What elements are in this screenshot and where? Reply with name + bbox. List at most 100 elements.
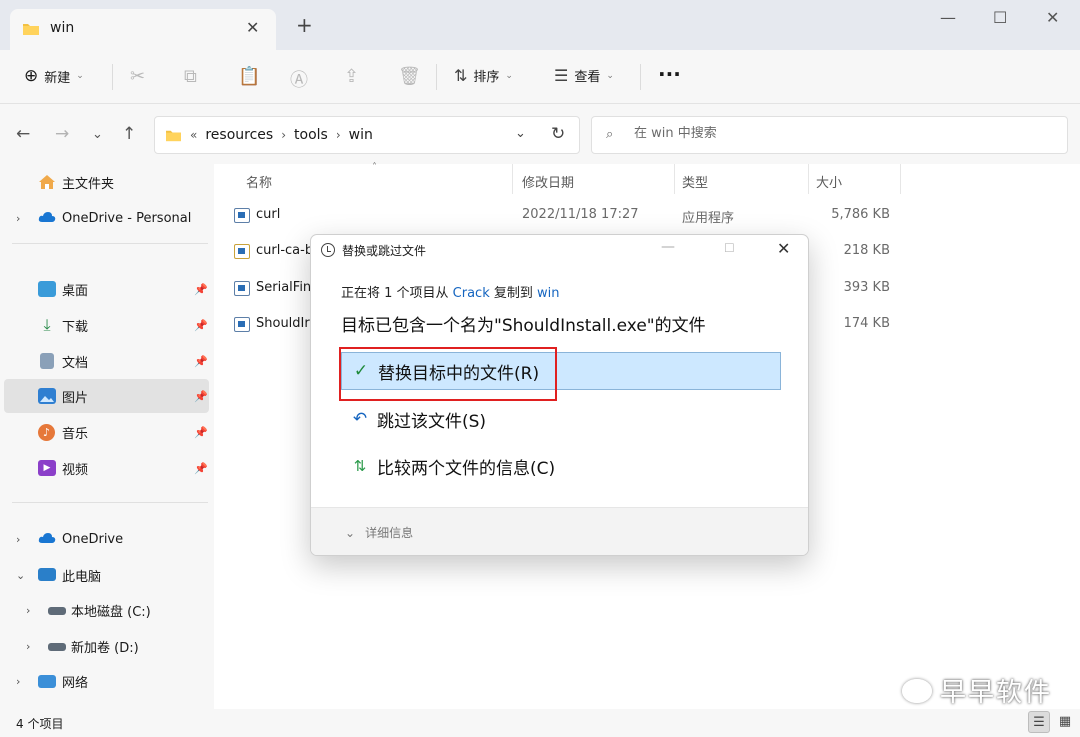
skip-file-option[interactable]: ↶ 跳过该文件(S)	[341, 400, 781, 438]
rename-icon: Ⓐ	[290, 70, 308, 91]
minimize-button[interactable]: —	[940, 8, 956, 27]
search-box[interactable]: ⌕	[591, 116, 1068, 154]
sidebar-item-drive-c[interactable]: › 本地磁盘 (C:)	[4, 593, 209, 627]
sidebar-item-pictures[interactable]: 图片 📌	[4, 379, 209, 413]
sidebar-item-desktop[interactable]: 桌面 📌	[4, 272, 209, 306]
chevron-right-icon[interactable]: ›	[26, 604, 30, 617]
source-folder-link[interactable]: Crack	[453, 286, 490, 301]
status-bar: 4 个项目 ☰ ▦	[0, 709, 1080, 737]
sidebar-item-this-pc[interactable]: ⌄ 此电脑	[4, 558, 209, 592]
chevron-right-icon[interactable]: ›	[16, 675, 20, 688]
sidebar-divider	[12, 243, 208, 244]
sidebar-item-videos[interactable]: ▶ 视频 📌	[4, 451, 209, 485]
sidebar-item-drive-d[interactable]: › 新加卷 (D:)	[4, 629, 209, 663]
document-icon	[40, 353, 54, 369]
clipboard-icon: 📋	[238, 66, 261, 87]
sidebar-item-music[interactable]: ♪ 音乐 📌	[4, 415, 209, 449]
chevron-down-icon[interactable]: ⌄	[16, 569, 25, 582]
sidebar-item-onedrive-personal[interactable]: › OneDrive - Personal	[4, 201, 209, 235]
replace-file-option[interactable]: ✓ 替换目标中的文件(R)	[341, 352, 781, 390]
compare-files-option[interactable]: ⇅ 比较两个文件的信息(C)	[341, 447, 781, 485]
column-header-name[interactable]: 名称	[246, 172, 272, 191]
column-divider[interactable]	[900, 164, 901, 194]
sidebar-item-downloads[interactable]: ⤓ 下载 📌	[4, 308, 209, 342]
sidebar-item-label: OneDrive	[62, 531, 124, 547]
tab-win[interactable]: win ✕	[10, 9, 276, 50]
pin-icon[interactable]: 📌	[194, 283, 208, 296]
rename-button[interactable]: Ⓐ	[290, 66, 308, 92]
forward-arrow-icon[interactable]: →	[55, 124, 69, 144]
new-button[interactable]: ⊕ 新建 ⌄	[24, 66, 84, 86]
tab-close-icon[interactable]: ✕	[246, 18, 259, 37]
column-divider[interactable]	[512, 164, 513, 194]
dialog-close-button[interactable]: ✕	[777, 239, 790, 258]
pin-icon[interactable]: 📌	[194, 355, 208, 368]
watermark: 早早软件	[902, 672, 1052, 709]
chevron-right-icon[interactable]: ›	[16, 212, 20, 225]
pin-icon[interactable]: 📌	[194, 462, 208, 475]
chevron-right-icon[interactable]: ›	[336, 128, 341, 142]
sidebar-item-label: 此电脑	[62, 569, 102, 585]
watermark-text: 早早软件	[940, 678, 1053, 708]
share-button[interactable]: ⇪	[344, 66, 359, 87]
item-count: 4 个项目	[16, 717, 64, 731]
paste-button[interactable]: 📋	[238, 66, 260, 87]
search-input[interactable]	[634, 126, 1034, 141]
address-dropdown-chevron-icon[interactable]: ⌄	[515, 126, 526, 141]
column-header-type[interactable]: 类型	[682, 172, 708, 191]
refresh-icon[interactable]: ↻	[551, 124, 565, 144]
chevron-down-icon: ⌄	[345, 525, 356, 540]
dialog-maximize-button[interactable]: ☐	[724, 241, 735, 255]
column-divider[interactable]	[674, 164, 675, 194]
destination-folder-link[interactable]: win	[537, 286, 559, 301]
view-lines-icon: ☰	[554, 66, 569, 85]
conflict-message: 目标已包含一个名为"ShouldInstall.exe"的文件	[341, 316, 706, 336]
column-header-date[interactable]: 修改日期	[522, 172, 574, 191]
computer-icon	[38, 568, 56, 581]
chevron-right-icon[interactable]: ›	[16, 533, 20, 546]
breadcrumb-overflow[interactable]: «	[190, 128, 197, 142]
view-button[interactable]: ☰ 查看 ⌄	[554, 66, 614, 85]
more-details-toggle[interactable]: ⌄ 详细信息	[345, 524, 413, 541]
cut-button[interactable]: ✂	[130, 66, 145, 87]
copy-status-middle: 复制到	[489, 286, 538, 301]
new-tab-button[interactable]: +	[296, 15, 313, 35]
breadcrumb-win[interactable]: win	[349, 127, 373, 143]
dialog-minimize-button[interactable]: —	[661, 239, 675, 255]
column-header-size[interactable]: 大小	[816, 172, 842, 191]
more-options-button[interactable]: ···	[658, 62, 681, 86]
replace-skip-dialog: 替换或跳过文件 — ☐ ✕ 正在将 1 个项目从 Crack 复制到 win 目…	[310, 234, 809, 556]
details-view-icon[interactable]: ☰	[1028, 711, 1050, 733]
address-bar[interactable]: « resources › tools › win ⌄ ↻	[154, 116, 580, 154]
sort-button[interactable]: ⇅ 排序 ⌄	[454, 66, 513, 85]
skip-file-label: 跳过该文件(S)	[377, 411, 487, 432]
close-window-button[interactable]: ✕	[1046, 8, 1059, 27]
maximize-button[interactable]: ☐	[993, 8, 1007, 27]
sidebar-item-home[interactable]: 主文件夹	[4, 165, 209, 199]
file-date: 2022/11/18 17:27	[522, 207, 639, 222]
sidebar-item-label: 下载	[62, 319, 89, 335]
recent-locations-chevron-icon[interactable]: ⌄	[92, 127, 103, 142]
chevron-right-icon[interactable]: ›	[26, 640, 30, 653]
up-arrow-icon[interactable]: ↑	[122, 124, 136, 144]
breadcrumb-resources[interactable]: resources	[205, 127, 273, 143]
breadcrumb-tools[interactable]: tools	[294, 127, 328, 143]
sidebar-item-onedrive[interactable]: › OneDrive	[4, 522, 209, 556]
executable-file-icon	[234, 281, 250, 296]
pin-icon[interactable]: 📌	[194, 319, 208, 332]
chevron-right-icon[interactable]: ›	[281, 128, 286, 142]
sidebar-item-documents[interactable]: 文档 📌	[4, 344, 209, 378]
file-size: 174 KB	[843, 316, 890, 331]
compare-files-label: 比较两个文件的信息(C)	[377, 458, 556, 479]
pin-icon[interactable]: 📌	[194, 390, 208, 403]
sidebar-item-network[interactable]: › 网络	[4, 664, 209, 698]
back-arrow-icon[interactable]: ←	[16, 124, 30, 144]
copy-button[interactable]: ⧉	[184, 66, 197, 87]
tiles-view-icon[interactable]: ▦	[1054, 711, 1076, 733]
pin-icon[interactable]: 📌	[194, 426, 208, 439]
column-divider[interactable]	[808, 164, 809, 194]
delete-button[interactable]: 🗑	[398, 66, 421, 87]
view-label: 查看	[574, 70, 601, 85]
copy-status-text: 正在将 1 个项目从 Crack 复制到 win	[341, 282, 560, 301]
file-row[interactable]: curl 2022/11/18 17:27 应用程序 5,786 KB	[214, 198, 1080, 234]
